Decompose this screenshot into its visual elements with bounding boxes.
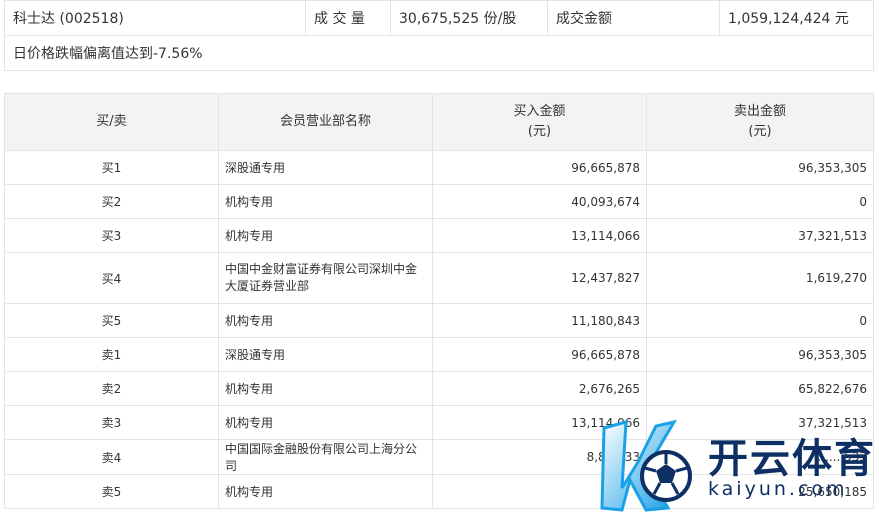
kaiyun-watermark: 开云体育 kaiyun.com (596, 418, 878, 514)
kaiyun-logo-icon (600, 419, 692, 512)
row-sell: 37,321,513 (646, 218, 874, 253)
row-member: 中国国际金融股份有限公司上海分公司 (218, 439, 433, 475)
table-row: 买1 深股通专用 96,665,878 96,353,305 (4, 150, 874, 185)
row-member: 中国中金财富证券有限公司深圳中金大厦证券营业部 (218, 252, 433, 304)
table-row: 买2 机构专用 40,093,674 0 (4, 184, 874, 219)
row-side: 卖3 (4, 405, 219, 440)
row-side: 买4 (4, 252, 219, 304)
row-member: 机构专用 (218, 405, 433, 440)
table-row: 卖1 深股通专用 96,665,878 96,353,305 (4, 337, 874, 372)
row-buy: 96,665,878 (432, 337, 647, 372)
row-buy: 2,676,265 (432, 371, 647, 406)
watermark-cn: 开云体育 (708, 436, 876, 482)
row-buy: 96,665,878 (432, 150, 647, 185)
summary-table: 科士达 (002518) 成 交 量 30,675,525 份/股 成交金额 1… (4, 0, 874, 71)
row-buy: 11,180,843 (432, 303, 647, 338)
header-sell-unit: (元) (748, 124, 772, 139)
watermark-en: kaiyun.com (708, 478, 848, 500)
deviation-note: 日价格跌幅偏离值达到-7.56% (4, 35, 874, 71)
row-side: 买2 (4, 184, 219, 219)
row-sell: 0 (646, 184, 874, 219)
header-member: 会员营业部名称 (218, 93, 433, 151)
row-member: 机构专用 (218, 184, 433, 219)
stock-name: 科士达 (002518) (4, 0, 306, 36)
row-side: 买5 (4, 303, 219, 338)
row-buy: 12,437,827 (432, 252, 647, 304)
row-sell: 0 (646, 303, 874, 338)
amount-value: 1,059,124,424 元 (719, 0, 874, 36)
volume-value: 30,675,525 份/股 (390, 0, 548, 36)
row-side: 卖4 (4, 439, 219, 475)
header-buy-unit: (元) (527, 124, 552, 139)
row-sell: 96,353,305 (646, 337, 874, 372)
row-member: 机构专用 (218, 218, 433, 253)
header-side: 买/卖 (4, 93, 219, 151)
table-header-row: 买/卖 会员营业部名称 买入金额 (元) 卖出金额 (元) (4, 93, 874, 151)
row-side: 卖5 (4, 474, 219, 509)
row-sell: 96,353,305 (646, 150, 874, 185)
row-member: 机构专用 (218, 371, 433, 406)
header-sell-amount: 卖出金额 (元) (646, 93, 874, 151)
table-row: 买3 机构专用 13,114,066 37,321,513 (4, 218, 874, 253)
table-row: 买4 中国中金财富证券有限公司深圳中金大厦证券营业部 12,437,827 1,… (4, 252, 874, 304)
header-buy-amount: 买入金额 (元) (432, 93, 647, 151)
row-buy: 13,114,066 (432, 218, 647, 253)
row-sell: 65,822,676 (646, 371, 874, 406)
row-side: 买1 (4, 150, 219, 185)
row-side: 卖1 (4, 337, 219, 372)
row-member: 机构专用 (218, 303, 433, 338)
table-row: 买5 机构专用 11,180,843 0 (4, 303, 874, 338)
row-sell: 1,619,270 (646, 252, 874, 304)
header-buy-amount-label: 买入金额 (513, 104, 566, 119)
row-side: 卖2 (4, 371, 219, 406)
row-member: 深股通专用 (218, 337, 433, 372)
volume-label: 成 交 量 (305, 0, 391, 36)
row-member: 机构专用 (218, 474, 433, 509)
table-row: 卖2 机构专用 2,676,265 65,822,676 (4, 371, 874, 406)
row-buy: 40,093,674 (432, 184, 647, 219)
row-side: 买3 (4, 218, 219, 253)
header-sell-amount-label: 卖出金额 (733, 104, 786, 119)
row-member: 深股通专用 (218, 150, 433, 185)
amount-label: 成交金额 (547, 0, 720, 36)
